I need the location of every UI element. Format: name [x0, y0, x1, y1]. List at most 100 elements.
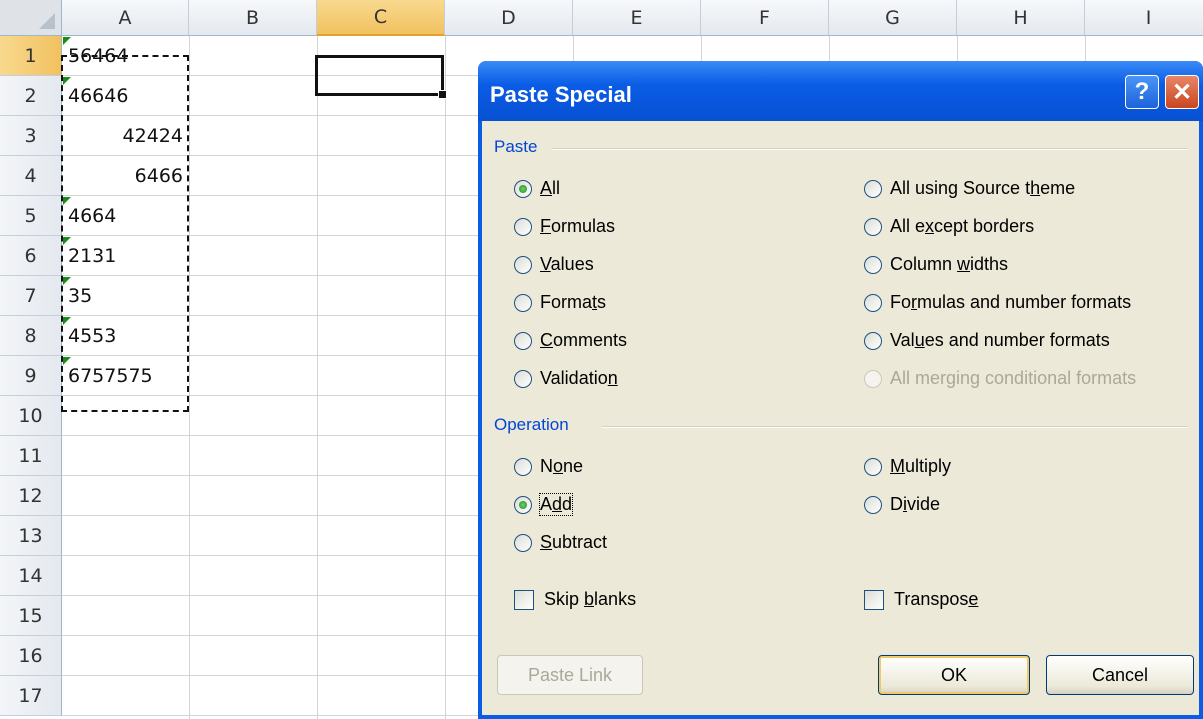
- radio-button: [864, 369, 882, 388]
- column-header-a[interactable]: A: [62, 0, 189, 36]
- paste-option-all-merging-conditional-formats-radio: All merging conditional formats: [864, 368, 1136, 389]
- radio-button: [514, 457, 532, 476]
- column-header-h[interactable]: H: [957, 0, 1085, 36]
- option-label: Subtract: [540, 532, 608, 552]
- help-icon: ?: [1134, 78, 1150, 105]
- option-label: Multiply: [890, 456, 952, 476]
- help-button[interactable]: ?: [1125, 75, 1159, 109]
- operation-none-radio[interactable]: None: [514, 456, 583, 477]
- radio-button: [864, 495, 882, 514]
- column-header-f[interactable]: F: [701, 0, 829, 36]
- column-headers: ABCDEFGHI: [62, 0, 1203, 36]
- radio-button: [514, 331, 532, 350]
- row-header-5[interactable]: 5: [0, 196, 62, 236]
- row-header-14[interactable]: 14: [0, 556, 62, 596]
- transpose-label: Transpose: [894, 589, 979, 609]
- row-header-12[interactable]: 12: [0, 476, 62, 516]
- operation-group-title: Operation: [494, 415, 577, 435]
- dialog-titlebar[interactable]: Paste Special ? ✕: [478, 61, 1203, 121]
- row-header-3[interactable]: 3: [0, 116, 62, 156]
- option-label: Formats: [540, 292, 607, 312]
- option-label: Add: [538, 493, 574, 516]
- radio-button: [514, 495, 532, 514]
- option-label: Comments: [540, 330, 628, 350]
- row-header-2[interactable]: 2: [0, 76, 62, 116]
- paste-option-comments-radio[interactable]: Comments: [514, 330, 627, 351]
- operation-add-radio[interactable]: Add: [514, 493, 574, 516]
- radio-button: [864, 457, 882, 476]
- skip-blanks-label: Skip blanks: [544, 589, 637, 609]
- paste-option-all-radio[interactable]: All: [514, 178, 560, 199]
- row-header-17[interactable]: 17: [0, 676, 62, 716]
- active-cell-c1[interactable]: [315, 55, 447, 99]
- option-label: Formulas: [540, 216, 616, 236]
- option-label: Validation: [540, 368, 618, 388]
- option-label: Values and number formats: [890, 330, 1110, 350]
- cancel-button[interactable]: Cancel: [1046, 655, 1194, 695]
- skip-blanks-checkbox[interactable]: Skip blanks: [514, 589, 636, 610]
- radio-button: [514, 293, 532, 312]
- option-label: All: [540, 178, 561, 198]
- row-header-7[interactable]: 7: [0, 276, 62, 316]
- option-label: All merging conditional formats: [890, 368, 1137, 388]
- option-label: All except borders: [890, 216, 1035, 236]
- close-icon: ✕: [1171, 78, 1193, 106]
- paste-option-validation-radio[interactable]: Validation: [514, 368, 618, 389]
- radio-button: [864, 331, 882, 350]
- operation-divide-radio[interactable]: Divide: [864, 494, 940, 515]
- row-header-9[interactable]: 9: [0, 356, 62, 396]
- paste-option-all-using-source-theme-radio[interactable]: All using Source theme: [864, 178, 1075, 199]
- row-header-6[interactable]: 6: [0, 236, 62, 276]
- radio-button: [864, 293, 882, 312]
- radio-button: [514, 255, 532, 274]
- radio-button: [864, 255, 882, 274]
- paste-group-divider: [552, 148, 1187, 150]
- paste-option-all-except-borders-radio[interactable]: All except borders: [864, 216, 1034, 237]
- column-header-d[interactable]: D: [445, 0, 573, 36]
- paste-option-values-and-number-formats-radio[interactable]: Values and number formats: [864, 330, 1110, 351]
- paste-group-title: Paste: [494, 137, 546, 157]
- paste-option-column-widths-radio[interactable]: Column widths: [864, 254, 1008, 275]
- radio-button: [514, 217, 532, 236]
- select-all-corner[interactable]: [0, 0, 62, 36]
- radio-button: [514, 369, 532, 388]
- column-header-i[interactable]: I: [1085, 0, 1203, 36]
- paste-option-values-radio[interactable]: Values: [514, 254, 594, 275]
- radio-button: [864, 217, 882, 236]
- paste-option-formulas-radio[interactable]: Formulas: [514, 216, 615, 237]
- option-label: Formulas and number formats: [890, 292, 1132, 312]
- copy-marquee: [61, 55, 189, 412]
- row-header-1[interactable]: 1: [0, 36, 62, 76]
- paste-option-formats-radio[interactable]: Formats: [514, 292, 606, 313]
- row-header-16[interactable]: 16: [0, 636, 62, 676]
- column-header-g[interactable]: G: [829, 0, 957, 36]
- option-label: All using Source theme: [890, 178, 1076, 198]
- column-header-c[interactable]: C: [317, 0, 445, 36]
- row-header-11[interactable]: 11: [0, 436, 62, 476]
- row-header-8[interactable]: 8: [0, 316, 62, 356]
- transpose-box: [864, 589, 884, 610]
- operation-group-divider: [602, 426, 1187, 428]
- paste-option-formulas-and-number-formats-radio[interactable]: Formulas and number formats: [864, 292, 1131, 313]
- option-label: Values: [540, 254, 594, 274]
- option-label: None: [540, 456, 584, 476]
- transpose-checkbox[interactable]: Transpose: [864, 589, 978, 610]
- operation-subtract-radio[interactable]: Subtract: [514, 532, 607, 553]
- row-header-15[interactable]: 15: [0, 596, 62, 636]
- radio-button: [514, 179, 532, 198]
- operation-multiply-radio[interactable]: Multiply: [864, 456, 951, 477]
- radio-button: [864, 179, 882, 198]
- paste-special-dialog: Paste Special ? ✕ Paste Operation Skip b…: [478, 61, 1203, 719]
- ok-button[interactable]: OK: [878, 655, 1030, 695]
- row-header-4[interactable]: 4: [0, 156, 62, 196]
- dialog-body: Paste Operation Skip blanks Transpose Pa…: [482, 121, 1199, 715]
- option-label: Column widths: [890, 254, 1009, 274]
- column-header-e[interactable]: E: [573, 0, 701, 36]
- option-label: Divide: [890, 494, 941, 514]
- paste-link-button[interactable]: Paste Link: [497, 655, 643, 695]
- row-headers: 1 2 3 4 5 6 7 8 9 10 11 12 13 14 15 16 17: [0, 36, 62, 716]
- column-header-b[interactable]: B: [189, 0, 317, 36]
- row-header-13[interactable]: 13: [0, 516, 62, 556]
- close-button[interactable]: ✕: [1165, 75, 1199, 109]
- row-header-10[interactable]: 10: [0, 396, 62, 436]
